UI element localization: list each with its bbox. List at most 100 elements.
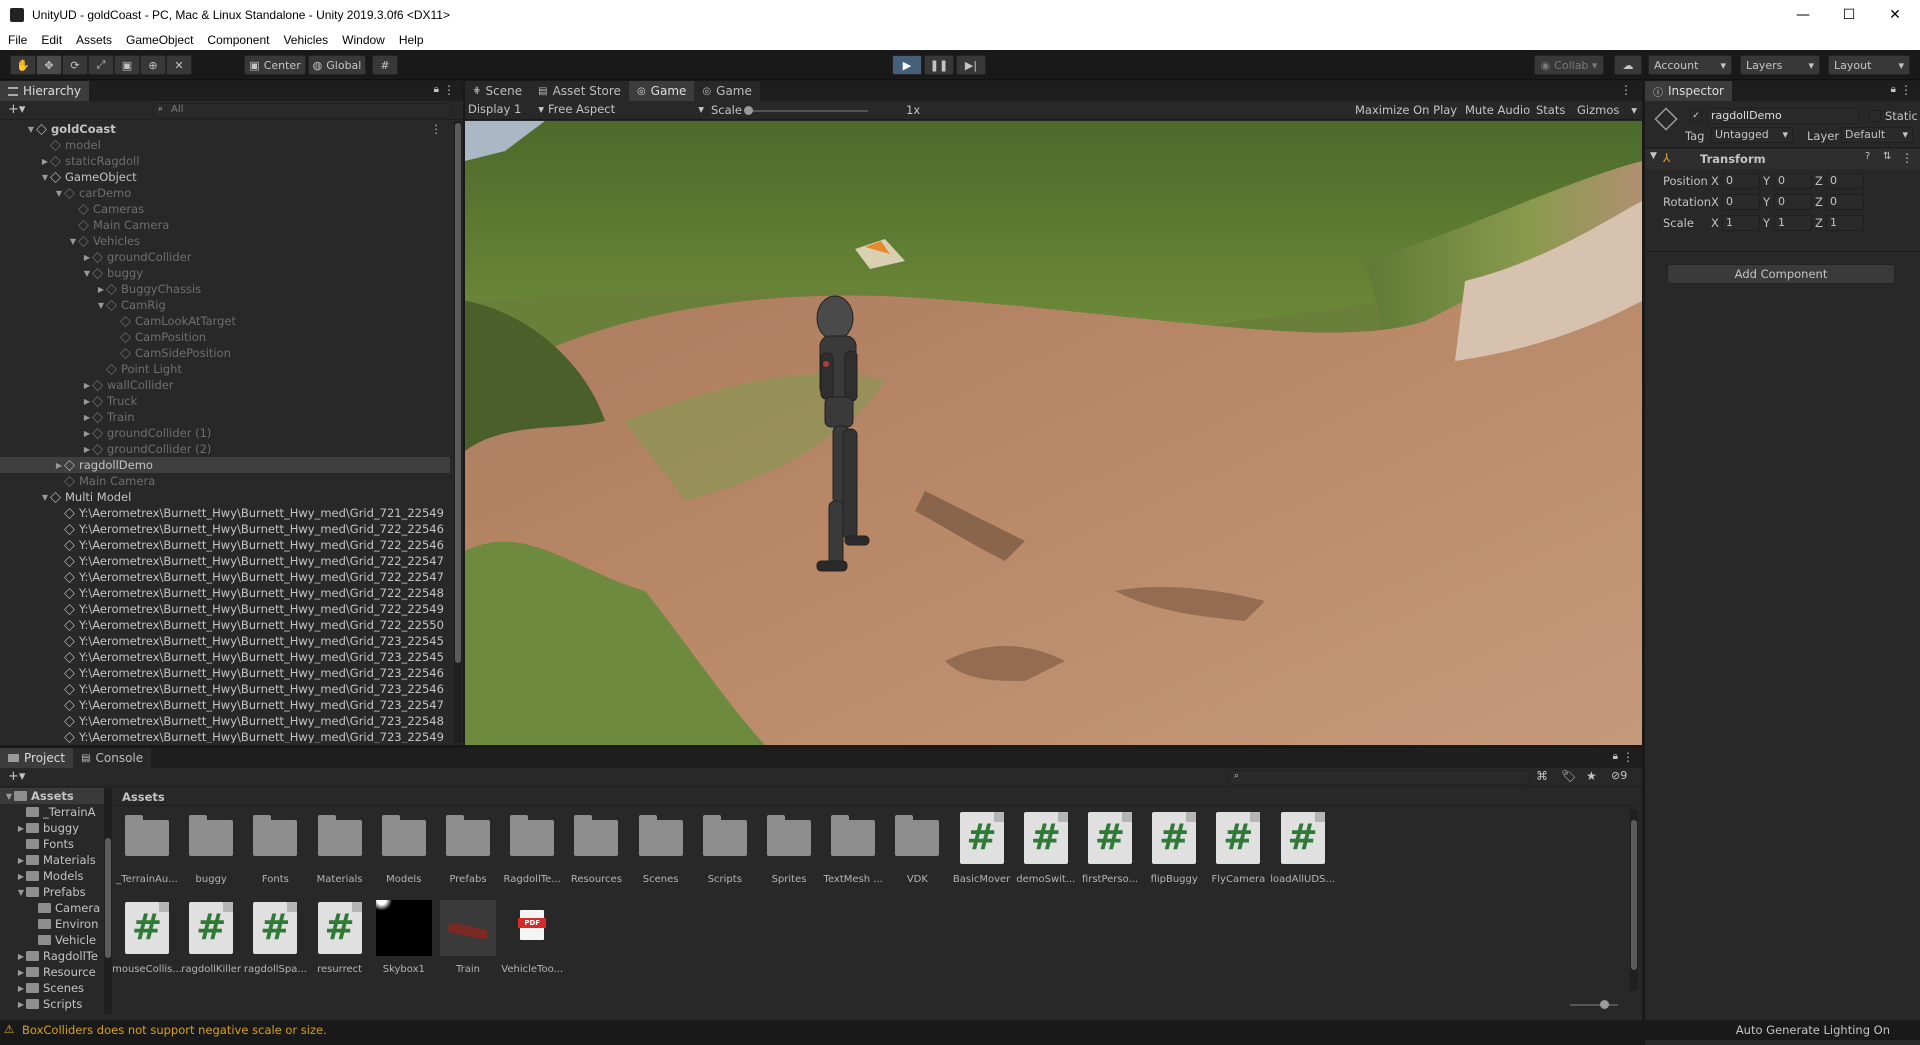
- hierarchy-row[interactable]: Cameras: [0, 201, 450, 217]
- rotation-x-field[interactable]: 0: [1722, 194, 1760, 210]
- collapsed-arrow-icon[interactable]: ▶: [16, 872, 26, 881]
- axis-y-label[interactable]: Y: [1763, 195, 1770, 209]
- hierarchy-row[interactable]: ▼ buggy: [0, 265, 450, 281]
- folder-tree-item[interactable]: ▼ Prefabs: [0, 884, 104, 900]
- hierarchy-row[interactable]: Y:\Aerometrex\Burnett_Hwy\Burnett_Hwy_me…: [0, 521, 450, 537]
- asset-item[interactable]: _TerrainAu...: [110, 810, 184, 898]
- scale-z-field[interactable]: 1: [1826, 215, 1864, 231]
- tab-inspector[interactable]: ⓘ Inspector: [1645, 81, 1732, 101]
- asset-item[interactable]: # BasicMover: [945, 810, 1019, 898]
- transform-header[interactable]: ▼ ⅄ Transform ? ⇅ ⋮: [1645, 149, 1920, 169]
- expanded-arrow-icon[interactable]: ▼: [4, 792, 14, 801]
- folder-tree-item[interactable]: Vehicle: [0, 932, 104, 948]
- help-icon[interactable]: ?: [1865, 151, 1870, 162]
- folder-tree-item[interactable]: ▼ Assets: [0, 788, 104, 804]
- asset-item[interactable]: # loadAllUDS...: [1266, 810, 1340, 898]
- hierarchy-row[interactable]: CamLookAtTarget: [0, 313, 450, 329]
- hierarchy-row[interactable]: Y:\Aerometrex\Burnett_Hwy\Burnett_Hwy_me…: [0, 553, 450, 569]
- menu-file[interactable]: File: [0, 33, 33, 47]
- hierarchy-row[interactable]: model: [0, 137, 450, 153]
- folder-tree-item[interactable]: Environ: [0, 916, 104, 932]
- hierarchy-row[interactable]: Y:\Aerometrex\Burnett_Hwy\Burnett_Hwy_me…: [0, 681, 450, 697]
- active-checkbox[interactable]: ✓: [1690, 110, 1702, 122]
- asset-item[interactable]: Scenes: [624, 810, 698, 898]
- hand-tool-button[interactable]: ✋: [10, 55, 36, 75]
- transform-tool-button[interactable]: ⊕: [140, 55, 166, 75]
- hierarchy-row[interactable]: ▶ groundCollider (2): [0, 441, 450, 457]
- game-viewport[interactable]: [465, 121, 1642, 745]
- folder-tree-item[interactable]: ▶ Materials: [0, 852, 104, 868]
- folder-tree-item[interactable]: Fonts: [0, 836, 104, 852]
- expanded-arrow-icon[interactable]: ▼: [96, 301, 106, 310]
- asset-item[interactable]: Models: [367, 810, 441, 898]
- hierarchy-row[interactable]: Main Camera: [0, 473, 450, 489]
- asset-item[interactable]: Fonts: [238, 810, 312, 898]
- hierarchy-row[interactable]: Y:\Aerometrex\Burnett_Hwy\Burnett_Hwy_me…: [0, 729, 450, 743]
- hierarchy-scrollbar[interactable]: [454, 121, 462, 743]
- asset-item[interactable]: # mouseCollis...: [110, 900, 184, 988]
- hierarchy-row[interactable]: ▶ groundCollider (1): [0, 425, 450, 441]
- cloud-button[interactable]: ☁: [1614, 55, 1642, 75]
- hierarchy-row[interactable]: ▼ goldCoast ⋮: [0, 121, 450, 137]
- display-dropdown[interactable]: Display 1 ▾: [468, 102, 544, 119]
- hierarchy-row[interactable]: ▼ carDemo: [0, 185, 450, 201]
- tag-dropdown[interactable]: Untagged ▾: [1711, 127, 1793, 143]
- hierarchy-row[interactable]: Y:\Aerometrex\Burnett_Hwy\Burnett_Hwy_me…: [0, 713, 450, 729]
- panel-menu-icon[interactable]: ⋮: [1620, 83, 1632, 97]
- menu-gameobject[interactable]: GameObject: [118, 33, 199, 47]
- rotate-tool-button[interactable]: ⟳: [62, 55, 88, 75]
- collapsed-arrow-icon[interactable]: ▶: [16, 952, 26, 961]
- panel-menu-icon[interactable]: ⋮: [1900, 83, 1912, 97]
- status-warning[interactable]: BoxColliders does not support negative s…: [22, 1023, 327, 1037]
- position-z-field[interactable]: 0: [1826, 173, 1864, 189]
- asset-item[interactable]: Materials: [303, 810, 377, 898]
- asset-item[interactable]: VDK: [880, 810, 954, 898]
- asset-item[interactable]: Train: [431, 900, 505, 988]
- stats-toggle[interactable]: Stats: [1536, 103, 1565, 117]
- tab-project[interactable]: Project: [0, 748, 74, 768]
- hierarchy-row[interactable]: ▶ BuggyChassis: [0, 281, 450, 297]
- asset-item[interactable]: PDF VehicleToo...: [495, 900, 569, 988]
- hierarchy-row[interactable]: Point Light: [0, 361, 450, 377]
- menu-assets[interactable]: Assets: [68, 33, 118, 47]
- menu-window[interactable]: Window: [334, 33, 391, 47]
- scale-y-field[interactable]: 1: [1774, 215, 1812, 231]
- panel-menu-icon[interactable]: ⋮: [443, 83, 455, 97]
- asset-item[interactable]: Prefabs: [431, 810, 505, 898]
- collapsed-arrow-icon[interactable]: ▶: [54, 461, 64, 470]
- rotation-y-field[interactable]: 0: [1774, 194, 1812, 210]
- rect-tool-button[interactable]: ▣: [114, 55, 140, 75]
- space-global-button[interactable]: ◍ Global: [308, 55, 366, 75]
- asset-item[interactable]: Sprites: [752, 810, 826, 898]
- collapsed-arrow-icon[interactable]: ▶: [16, 1000, 26, 1009]
- pause-button[interactable]: ❚❚: [924, 55, 954, 75]
- hierarchy-row[interactable]: Y:\Aerometrex\Burnett_Hwy\Burnett_Hwy_me…: [0, 697, 450, 713]
- axis-y-label[interactable]: Y: [1763, 174, 1770, 188]
- hierarchy-search-input[interactable]: ⌕ All: [152, 103, 452, 118]
- hierarchy-row[interactable]: Y:\Aerometrex\Burnett_Hwy\Burnett_Hwy_me…: [0, 585, 450, 601]
- hierarchy-row[interactable]: ▶ Truck: [0, 393, 450, 409]
- expanded-arrow-icon[interactable]: ▼: [16, 888, 26, 897]
- collapsed-arrow-icon[interactable]: ▶: [40, 157, 50, 166]
- static-checkbox[interactable]: [1869, 110, 1881, 122]
- axis-x-label[interactable]: X: [1711, 216, 1719, 230]
- maximize-button[interactable]: ☐: [1826, 0, 1872, 30]
- hierarchy-row[interactable]: Y:\Aerometrex\Burnett_Hwy\Burnett_Hwy_me…: [0, 537, 450, 553]
- hierarchy-row[interactable]: ▶ wallCollider: [0, 377, 450, 393]
- favorite-star-icon[interactable]: ★: [1586, 769, 1597, 783]
- expanded-arrow-icon[interactable]: ▼: [68, 237, 78, 246]
- hierarchy-row[interactable]: CamSidePosition: [0, 345, 450, 361]
- scale-slider[interactable]: [744, 106, 868, 115]
- folder-tree-item[interactable]: _TerrainA: [0, 804, 104, 820]
- asset-item[interactable]: # resurrect: [303, 900, 377, 988]
- search-by-type-icon[interactable]: ⌘: [1536, 769, 1548, 783]
- component-menu-icon[interactable]: ⋮: [1901, 151, 1913, 165]
- hierarchy-row[interactable]: Y:\Aerometrex\Burnett_Hwy\Burnett_Hwy_me…: [0, 649, 450, 665]
- pivot-center-button[interactable]: ▣ Center: [244, 55, 306, 75]
- hierarchy-row[interactable]: ▶ Train: [0, 409, 450, 425]
- menu-edit[interactable]: Edit: [33, 33, 68, 47]
- tab-scene[interactable]: ⋕ Scene: [465, 81, 531, 101]
- custom-tool-button[interactable]: ✕: [166, 55, 192, 75]
- axis-y-label[interactable]: Y: [1763, 216, 1770, 230]
- hierarchy-row[interactable]: ▶ ragdollDemo: [0, 457, 450, 473]
